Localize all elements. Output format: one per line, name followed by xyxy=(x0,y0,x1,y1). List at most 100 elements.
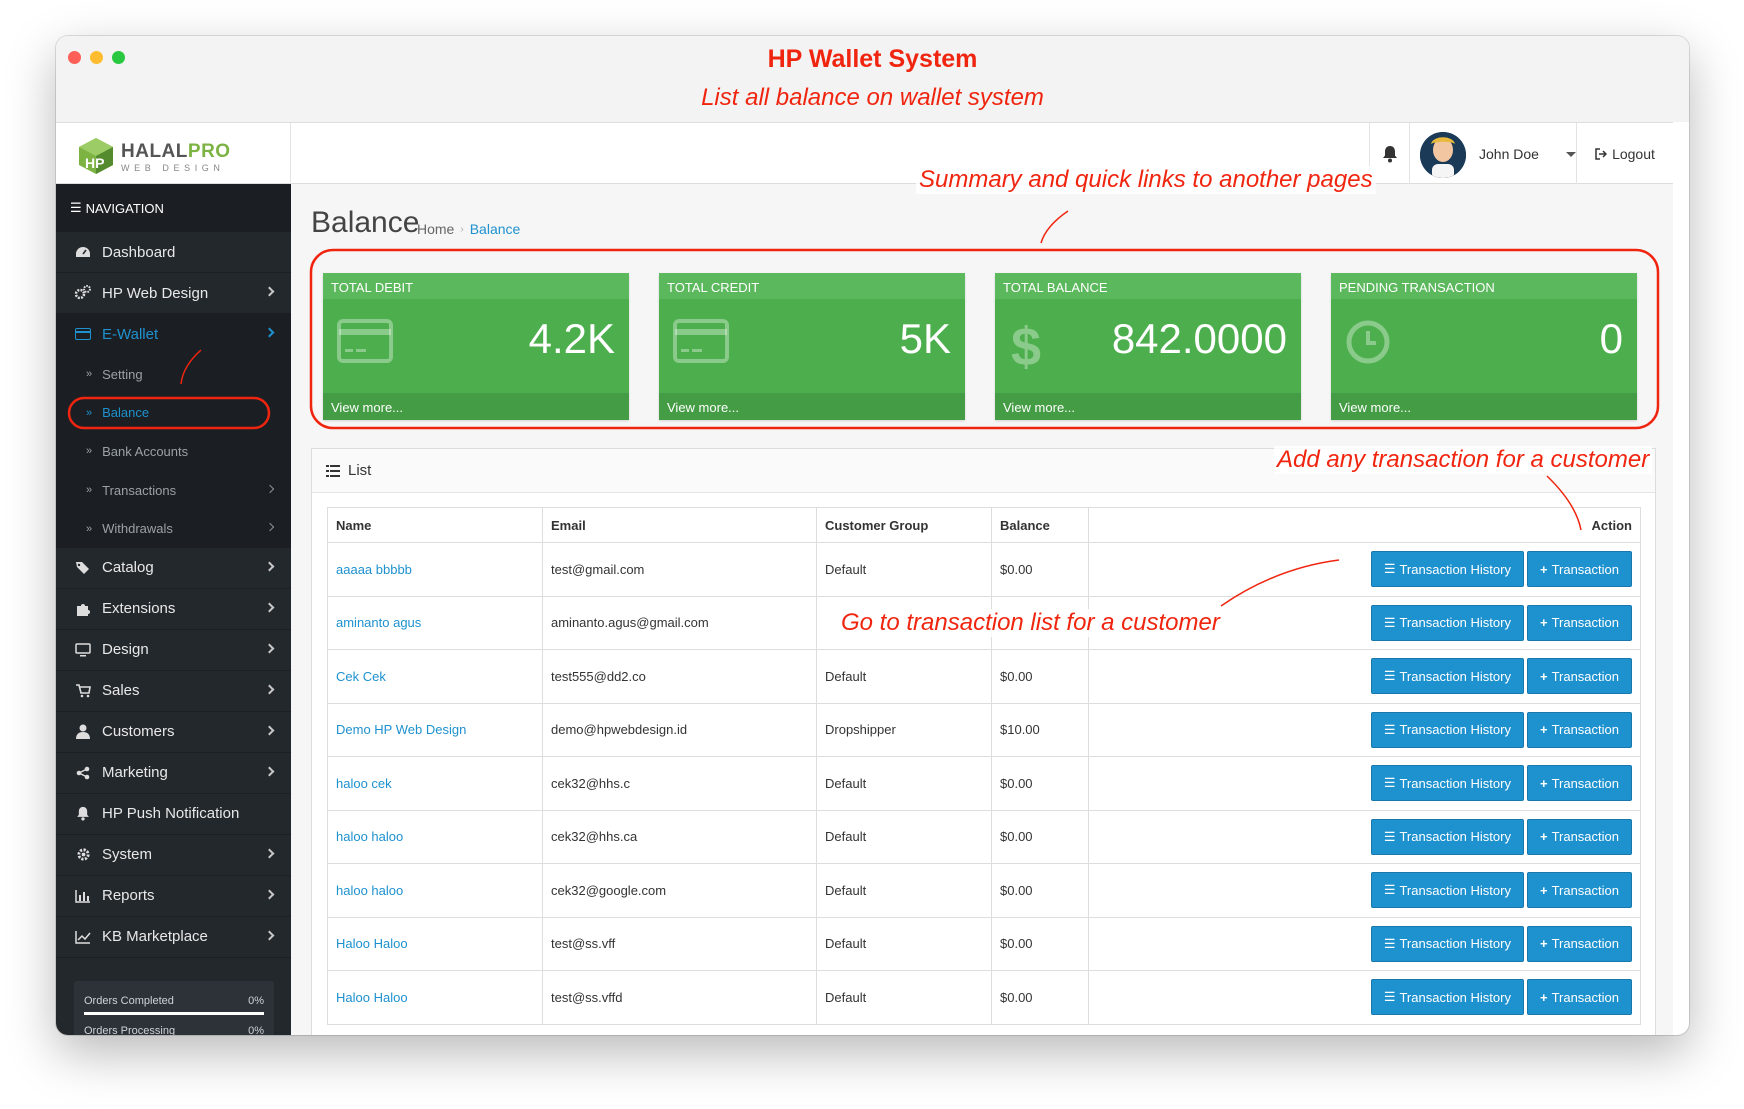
tile-view-more-link[interactable]: View more... xyxy=(995,393,1301,420)
transaction-history-button[interactable]: ☰ Transaction History xyxy=(1370,765,1524,802)
chevron-right-icon xyxy=(264,930,275,941)
add-transaction-button[interactable]: + Transaction xyxy=(1526,818,1632,855)
customer-name-link[interactable]: haloo haloo xyxy=(327,863,543,918)
dollar-icon: $ xyxy=(1011,319,1041,371)
sidebar-subitem-setting[interactable]: » Setting xyxy=(56,355,291,394)
add-transaction-button[interactable]: + Transaction xyxy=(1526,925,1632,962)
sidebar-item-extensions[interactable]: Extensions xyxy=(56,589,291,630)
customer-name-link[interactable]: Demo HP Web Design xyxy=(327,702,543,757)
orders-processing-value: 0% xyxy=(248,1025,264,1035)
customer-email: test@ss.vffd xyxy=(542,970,817,1025)
logo[interactable]: HP HALALPRO WEB DESIGN xyxy=(56,123,291,185)
sidebar-item-e-wallet[interactable]: E-Wallet xyxy=(56,314,291,355)
sidebar-subitem-transactions[interactable]: » Transactions xyxy=(56,471,291,510)
customer-email: test@gmail.com xyxy=(542,542,817,597)
double-chevron-icon: » xyxy=(86,445,93,458)
customer-group: Default xyxy=(816,809,992,864)
e-wallet-submenu: » Setting » Balance » Bank Accounts » Tr… xyxy=(56,355,291,548)
plus-icon: + xyxy=(1539,561,1548,577)
sidebar-item-hp-web-design[interactable]: HP Web Design xyxy=(56,273,291,314)
sidebar-item-catalog[interactable]: Catalog xyxy=(56,548,291,589)
double-chevron-icon: » xyxy=(86,522,93,535)
customer-name-link[interactable]: aminanto agus xyxy=(327,595,543,650)
annotation-add-transaction-text: Add any transaction for a customer xyxy=(1274,446,1653,474)
customer-name-link[interactable]: Cek Cek xyxy=(327,649,543,704)
annotation-summary-text: Summary and quick links to another pages xyxy=(916,166,1376,194)
transaction-history-button[interactable]: ☰ Transaction History xyxy=(1370,551,1524,588)
add-transaction-button[interactable]: + Transaction xyxy=(1526,604,1632,641)
col-header-email[interactable]: Email xyxy=(542,507,817,543)
add-transaction-button[interactable]: + Transaction xyxy=(1526,551,1632,588)
tile-view-more-link[interactable]: View more... xyxy=(323,393,629,420)
chevron-right-icon xyxy=(264,561,275,572)
chevron-right-icon xyxy=(264,889,275,900)
orders-processing-label: Orders Processing xyxy=(84,1025,176,1035)
col-header-customer-group[interactable]: Customer Group xyxy=(816,507,992,543)
breadcrumb-home[interactable]: Home xyxy=(417,221,454,237)
tile-title: TOTAL BALANCE xyxy=(995,273,1301,299)
cart-icon xyxy=(74,682,92,700)
list-icon: ☰ xyxy=(1383,668,1396,684)
customer-name-link[interactable]: aaaaa bbbbb xyxy=(327,542,543,597)
transaction-history-button[interactable]: ☰ Transaction History xyxy=(1370,658,1524,695)
customer-group: Default xyxy=(816,916,992,971)
orders-completed-label: Orders Completed xyxy=(84,995,174,1007)
sidebar-item-customers[interactable]: Customers xyxy=(56,712,291,753)
table-row: haloo cek cek32@hhs.c Default $0.00 ☰ Tra… xyxy=(327,756,1641,811)
sidebar-subitem-balance[interactable]: » Balance xyxy=(56,394,291,433)
transaction-history-button[interactable]: ☰ Transaction History xyxy=(1370,979,1524,1016)
transaction-history-button[interactable]: ☰ Transaction History xyxy=(1370,818,1524,855)
sidebar-item-kb-marketplace[interactable]: KB Marketplace xyxy=(56,917,291,958)
transaction-history-button[interactable]: ☰ Transaction History xyxy=(1370,925,1524,962)
customer-name-link[interactable]: haloo haloo xyxy=(327,809,543,864)
customer-group: Default xyxy=(816,542,992,597)
row-actions: ☰ Transaction History + Transaction xyxy=(1088,702,1641,757)
sidebar-item-dashboard[interactable]: Dashboard xyxy=(56,232,291,273)
sidebar-subitem-withdrawals[interactable]: » Withdrawals xyxy=(56,509,291,548)
sidebar-item-system[interactable]: System xyxy=(56,835,291,876)
orders-completed-value: 0% xyxy=(248,995,264,1007)
list-icon: ☰ xyxy=(1383,882,1396,898)
add-transaction-button[interactable]: + Transaction xyxy=(1526,765,1632,802)
transaction-history-button[interactable]: ☰ Transaction History xyxy=(1370,711,1524,748)
transaction-history-button[interactable]: ☰ Transaction History xyxy=(1370,604,1524,641)
sidebar-item-reports[interactable]: Reports xyxy=(56,876,291,917)
double-chevron-icon: » xyxy=(86,406,93,419)
plus-icon: + xyxy=(1539,989,1548,1005)
customer-balance: $0.00 xyxy=(991,863,1089,918)
customer-balance: $0.00 xyxy=(991,970,1089,1025)
title-bar: HP Wallet System List all balance on wal… xyxy=(56,36,1689,122)
list-icon: ☰ xyxy=(1383,614,1396,630)
col-header-balance[interactable]: Balance xyxy=(991,507,1089,543)
sidebar-item-hp-push-notification[interactable]: HP Push Notification xyxy=(56,794,291,835)
transaction-history-button[interactable]: ☰ Transaction History xyxy=(1370,872,1524,909)
chevron-right-icon xyxy=(264,848,275,859)
tile-view-more-link[interactable]: View more... xyxy=(659,393,965,420)
sidebar-item-design[interactable]: Design xyxy=(56,630,291,671)
add-transaction-button[interactable]: + Transaction xyxy=(1526,872,1632,909)
row-actions: ☰ Transaction History + Transaction xyxy=(1088,916,1641,971)
sidebar-item-sales[interactable]: Sales xyxy=(56,671,291,712)
sidebar-item-marketing[interactable]: Marketing xyxy=(56,753,291,794)
customer-name-link[interactable]: haloo cek xyxy=(327,756,543,811)
double-chevron-icon: » xyxy=(86,368,93,381)
add-transaction-button[interactable]: + Transaction xyxy=(1526,658,1632,695)
logout-button[interactable]: Logout xyxy=(1576,123,1673,185)
plus-icon: + xyxy=(1539,882,1548,898)
sidebar-subitem-bank-accounts[interactable]: » Bank Accounts xyxy=(56,432,291,471)
avatar xyxy=(1420,132,1466,178)
tile-title: TOTAL CREDIT xyxy=(659,273,965,299)
tile-view-more-link[interactable]: View more... xyxy=(1331,393,1637,420)
customer-name-link[interactable]: Haloo Haloo xyxy=(327,916,543,971)
col-header-name[interactable]: Name xyxy=(327,507,543,543)
chevron-right-icon xyxy=(264,327,275,338)
add-transaction-button[interactable]: + Transaction xyxy=(1526,711,1632,748)
breadcrumb-current[interactable]: Balance xyxy=(470,221,521,237)
customer-name-link[interactable]: Haloo Haloo xyxy=(327,970,543,1025)
customer-balance: $10.00 xyxy=(991,702,1089,757)
table-row: Cek Cek test555@dd2.co Default $0.00 ☰ Tr… xyxy=(327,649,1641,704)
customer-group: Default xyxy=(816,970,992,1025)
tile-title: TOTAL DEBIT xyxy=(323,273,629,299)
add-transaction-button[interactable]: + Transaction xyxy=(1526,979,1632,1016)
tile-value: 5K xyxy=(899,315,951,362)
